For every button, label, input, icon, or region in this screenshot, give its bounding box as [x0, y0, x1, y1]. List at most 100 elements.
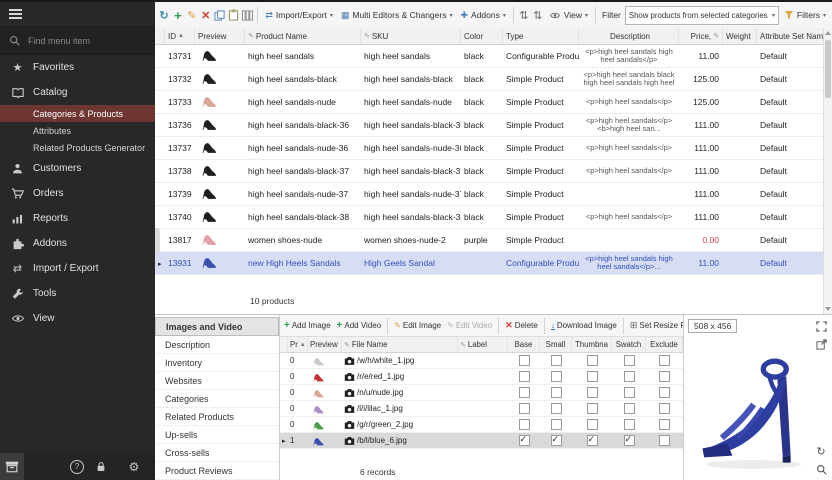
- image-row[interactable]: 1 /b/l/blue_6.jpg: [280, 433, 683, 449]
- exclude-checkbox[interactable]: [659, 435, 670, 446]
- image-row[interactable]: 0 /l/i/lilac_1.jpg: [280, 401, 683, 417]
- table-row[interactable]: 13817 women shoes-nude women shoes-nude-…: [155, 229, 824, 252]
- set-resize-rule-button[interactable]: ⊞Set Resize Rule▾: [628, 319, 683, 332]
- small-checkbox[interactable]: [551, 355, 562, 366]
- column-header-preview[interactable]: Preview: [308, 337, 342, 352]
- image-row[interactable]: 0 /w/h/white_1.jpg: [280, 353, 683, 369]
- cell-thumbnail[interactable]: [572, 387, 612, 398]
- sidebar-item-catalog[interactable]: Catalog: [0, 80, 155, 105]
- base-checkbox[interactable]: [519, 387, 530, 398]
- small-checkbox[interactable]: [551, 403, 562, 414]
- scroll-up-icon[interactable]: [825, 31, 831, 35]
- column-header-label[interactable]: ✎Label: [458, 337, 508, 352]
- cell-exclude[interactable]: [646, 371, 683, 382]
- thumbnail-checkbox[interactable]: [587, 355, 598, 366]
- table-row[interactable]: 13739 high heel sandals-nude-37 high hee…: [155, 183, 824, 206]
- cell-swatch[interactable]: [612, 419, 646, 430]
- cell-thumbnail[interactable]: [572, 355, 612, 366]
- column-header-base[interactable]: Base: [508, 337, 540, 352]
- sidebar-item-import-export[interactable]: ⇄ Import / Export: [0, 256, 155, 281]
- table-row[interactable]: 13931 new High Heels Sandals High Geels …: [155, 252, 824, 275]
- add-product-button[interactable]: +: [172, 6, 184, 24]
- cell-base[interactable]: [508, 371, 540, 382]
- panel-tab[interactable]: Websites: [155, 372, 279, 390]
- column-header-color[interactable]: Color: [461, 28, 503, 44]
- thumbnail-checkbox[interactable]: [587, 371, 598, 382]
- cell-small[interactable]: [540, 387, 572, 398]
- base-checkbox[interactable]: [519, 355, 530, 366]
- delete-image-button[interactable]: ✕Delete: [503, 319, 540, 332]
- scroll-down-icon[interactable]: [825, 307, 831, 311]
- cell-exclude[interactable]: [646, 403, 683, 414]
- column-header-product-name[interactable]: ✎Product Name: [245, 28, 361, 44]
- cell-small[interactable]: [540, 419, 572, 430]
- fit-screen-button[interactable]: [814, 319, 828, 333]
- panel-tab[interactable]: Description: [155, 336, 279, 354]
- cell-base[interactable]: [508, 355, 540, 366]
- cell-swatch[interactable]: [612, 403, 646, 414]
- column-header-exclude[interactable]: Exclude: [646, 337, 683, 352]
- panel-tab[interactable]: Up-sells: [155, 426, 279, 444]
- exclude-checkbox[interactable]: [659, 403, 670, 414]
- small-checkbox[interactable]: [551, 419, 562, 430]
- splitter-handle[interactable]: [155, 228, 160, 254]
- panel-tab[interactable]: Inventory: [155, 354, 279, 372]
- cell-swatch[interactable]: [612, 371, 646, 382]
- sidebar-item-favorites[interactable]: ★ Favorites: [0, 55, 155, 80]
- cell-small[interactable]: [540, 355, 572, 366]
- cell-exclude[interactable]: [646, 435, 683, 446]
- panel-tab[interactable]: Related Products: [155, 408, 279, 426]
- refresh-button[interactable]: ↻: [158, 6, 170, 24]
- column-header-id[interactable]: ID▲: [165, 28, 195, 44]
- edit-product-button[interactable]: ✎: [186, 6, 198, 24]
- cell-base[interactable]: [508, 387, 540, 398]
- storage-button[interactable]: [0, 453, 24, 480]
- delete-product-button[interactable]: ✕: [200, 6, 212, 24]
- cell-base[interactable]: [508, 435, 540, 446]
- cell-exclude[interactable]: [646, 419, 683, 430]
- collapse-rows-button[interactable]: ⇅: [532, 6, 544, 24]
- edit-image-button[interactable]: ✎Edit Image: [392, 320, 443, 331]
- thumbnail-checkbox[interactable]: [587, 403, 598, 414]
- edit-video-button[interactable]: ✎Edit Video: [445, 320, 494, 331]
- panel-tab[interactable]: Categories: [155, 390, 279, 408]
- cell-small[interactable]: [540, 371, 572, 382]
- column-header-priority[interactable]: Pr▲: [288, 337, 308, 352]
- columns-button[interactable]: [241, 6, 253, 24]
- filter-select[interactable]: Show products from selected categories ▾: [625, 6, 779, 25]
- sidebar-item-related-products-generator[interactable]: Related Products Generator: [0, 139, 155, 156]
- base-checkbox[interactable]: [519, 371, 530, 382]
- thumbnail-checkbox[interactable]: [587, 387, 598, 398]
- open-external-button[interactable]: [814, 337, 828, 351]
- filters-button[interactable]: Filters ▾: [781, 8, 829, 22]
- table-row[interactable]: 13733 high heel sandals-nude high heel s…: [155, 91, 824, 114]
- scrollbar-thumb[interactable]: [825, 40, 831, 98]
- exclude-checkbox[interactable]: [659, 419, 670, 430]
- cell-small[interactable]: [540, 435, 572, 446]
- cell-swatch[interactable]: [612, 387, 646, 398]
- exclude-checkbox[interactable]: [659, 387, 670, 398]
- sidebar-item-attributes[interactable]: Attributes: [0, 122, 155, 139]
- column-header-weight[interactable]: Weight: [723, 28, 757, 44]
- swatch-checkbox[interactable]: [624, 403, 635, 414]
- column-header-description[interactable]: Description: [579, 28, 679, 44]
- panel-tab[interactable]: Images and Video: [155, 317, 279, 336]
- panel-tab[interactable]: Cross-sells: [155, 444, 279, 462]
- small-checkbox[interactable]: [551, 435, 562, 446]
- column-header-sku[interactable]: ✎SKU: [361, 28, 461, 44]
- panel-tab[interactable]: Product Reviews: [155, 462, 279, 480]
- zoom-image-button[interactable]: [814, 462, 828, 476]
- sidebar-item-orders[interactable]: Orders: [0, 181, 155, 206]
- column-header-preview[interactable]: Preview: [195, 28, 245, 44]
- settings-button[interactable]: ⚙: [122, 453, 146, 480]
- cell-base[interactable]: [508, 403, 540, 414]
- column-header-attribute-set[interactable]: Attribute Set Name: [757, 28, 824, 44]
- column-header-price[interactable]: Price,✎: [679, 28, 723, 44]
- cell-exclude[interactable]: [646, 355, 683, 366]
- expand-arrow-icon[interactable]: [158, 260, 165, 268]
- column-header-type[interactable]: Type: [503, 28, 579, 44]
- sidebar-item-tools[interactable]: Tools: [0, 281, 155, 306]
- column-header-thumbnail[interactable]: Thumbna: [572, 337, 612, 352]
- base-checkbox[interactable]: [519, 435, 530, 446]
- cell-small[interactable]: [540, 403, 572, 414]
